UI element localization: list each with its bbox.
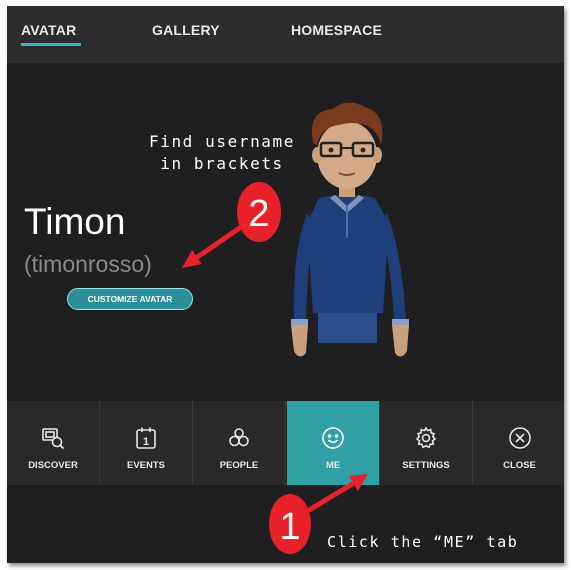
click-me-annotation: Click the “ME” tab bbox=[327, 533, 519, 551]
menu-label-settings: SETTINGS bbox=[402, 460, 450, 471]
customize-avatar-button[interactable]: CUSTOMIZE AVATAR bbox=[67, 288, 193, 310]
tab-avatar[interactable]: AVATAR bbox=[21, 22, 76, 38]
bottom-menu-bar: DISCOVER 1 EVENTS PEOPLE ME SETTINGS CLO… bbox=[7, 401, 564, 485]
menu-label-discover: DISCOVER bbox=[28, 460, 78, 471]
menu-item-settings[interactable]: SETTINGS bbox=[380, 401, 473, 485]
menu-item-people[interactable]: PEOPLE bbox=[193, 401, 286, 485]
annotation-line-1: Find username bbox=[148, 132, 296, 151]
menu-label-events: EVENTS bbox=[126, 460, 165, 471]
smiley-icon bbox=[320, 425, 346, 451]
menu-label-me: ME bbox=[325, 460, 341, 471]
menu-item-events[interactable]: 1 EVENTS bbox=[100, 401, 193, 485]
gear-icon bbox=[413, 425, 439, 451]
calendar-day-number: 1 bbox=[143, 436, 149, 448]
active-tab-indicator bbox=[21, 43, 81, 46]
bottom-panel: Click the “ME” tab bbox=[7, 485, 564, 563]
menu-label-people: PEOPLE bbox=[219, 460, 259, 471]
annotation-line-2: in brackets bbox=[160, 154, 284, 173]
close-circle-icon bbox=[507, 425, 533, 451]
menu-item-discover[interactable]: DISCOVER bbox=[7, 401, 100, 485]
app-frame: AVATAR GALLERY HOMESPACE Find username i… bbox=[7, 6, 564, 563]
display-name: Timon bbox=[24, 201, 126, 242]
top-tab-bar: AVATAR GALLERY HOMESPACE bbox=[7, 6, 564, 63]
tab-homespace[interactable]: HOMESPACE bbox=[291, 22, 382, 38]
find-username-annotation: Find username in brackets bbox=[137, 131, 307, 175]
people-icon bbox=[226, 425, 252, 451]
menu-item-close[interactable]: CLOSE bbox=[473, 401, 564, 485]
calendar-icon: 1 bbox=[133, 425, 159, 451]
avatar-stage: Find username in brackets Timon (timonro… bbox=[7, 63, 564, 403]
menu-label-close: CLOSE bbox=[503, 460, 536, 471]
username-handle: (timonrosso) bbox=[24, 251, 152, 277]
menu-item-me[interactable]: ME bbox=[287, 401, 380, 485]
tab-gallery[interactable]: GALLERY bbox=[152, 22, 220, 38]
discover-icon bbox=[40, 425, 66, 451]
